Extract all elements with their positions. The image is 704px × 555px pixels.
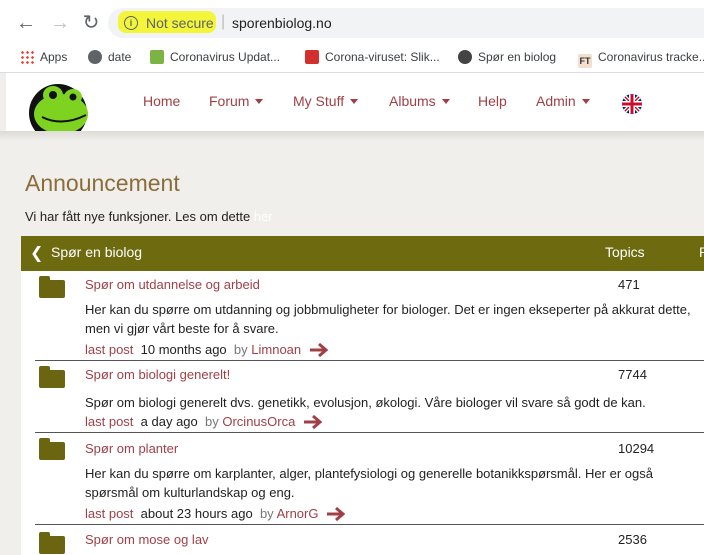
arrow-right-icon[interactable] xyxy=(303,414,325,430)
back-arrow-icon[interactable]: ← xyxy=(16,13,36,33)
folder-icon xyxy=(39,532,65,554)
nav-my-stuff[interactable]: My Stuff xyxy=(293,93,359,109)
announcement-title: Announcement xyxy=(25,170,180,196)
security-status[interactable]: Not secure xyxy=(146,15,214,31)
chevron-down-icon xyxy=(350,99,359,104)
announcement-body: Vi har fått nye funksjoner. Les om dette xyxy=(25,209,254,224)
forum-row-title[interactable]: Spør om mose og lav xyxy=(85,532,209,547)
forum-header: ❮ Spør en biolog Topics P xyxy=(21,236,704,271)
last-post-author[interactable]: Limnoan xyxy=(251,342,301,357)
bookmark-spor-en-biolog[interactable]: Spør en biolog xyxy=(458,50,556,64)
announcement-text: Vi har fått nye funksjoner. Les om dette… xyxy=(25,209,273,224)
last-post-link[interactable]: last post xyxy=(85,414,133,429)
bookmark-label: Spør en biolog xyxy=(478,50,557,64)
nav-albums[interactable]: Albums xyxy=(389,93,450,109)
chevron-down-icon xyxy=(581,99,590,104)
chevron-down-icon xyxy=(441,99,450,104)
bookmark-label: date xyxy=(108,50,132,64)
bookmark-coronavirus-update[interactable]: Coronavirus Updat... xyxy=(150,50,280,64)
last-post-info: last post about 23 hours ago by ArnorG xyxy=(85,506,348,522)
bookmark-label: Apps xyxy=(40,50,68,64)
bookmark-apps[interactable]: Apps xyxy=(20,50,67,64)
forum-row-description: Her kan du spørre om utdanning og jobbmu… xyxy=(85,302,691,336)
globe-icon xyxy=(88,50,102,64)
last-post-info: last post 10 months ago by Limnoan xyxy=(85,342,331,358)
last-post-link[interactable]: last post xyxy=(85,506,133,521)
nav-forum-label: Forum xyxy=(209,93,250,109)
chevron-left-icon[interactable]: ❮ xyxy=(30,243,43,263)
bookmark-label: Coronavirus Updat... xyxy=(170,50,281,64)
vg-icon xyxy=(305,50,319,64)
last-post-time: a day ago xyxy=(140,414,198,429)
folder-icon xyxy=(39,366,65,388)
nav-my-stuff-label: My Stuff xyxy=(293,93,345,109)
nav-albums-label: Albums xyxy=(389,93,436,109)
header-shadow xyxy=(0,131,704,141)
info-icon[interactable]: i xyxy=(124,16,138,30)
reload-icon[interactable]: ↻ xyxy=(81,13,101,33)
bookmarks-bar: Apps date Coronavirus Updat... Corona-vi… xyxy=(0,44,704,73)
forum-row-title[interactable]: Spør om planter xyxy=(85,441,178,456)
forum-row-title[interactable]: Spør om utdannelse og arbeid xyxy=(85,277,260,292)
last-post-link[interactable]: last post xyxy=(85,342,133,357)
nav-admin-label: Admin xyxy=(536,93,576,109)
bookmark-corona-viruset[interactable]: Corona-viruset: Slik... xyxy=(305,50,440,64)
by-label: by xyxy=(205,414,219,429)
nav-forum[interactable]: Forum xyxy=(209,93,264,109)
last-post-info: last post a day ago by OrcinusOrca xyxy=(85,414,325,430)
forum-row-description: Her kan du spørre om karplanter, alger, … xyxy=(85,466,653,500)
worldometer-icon xyxy=(150,50,164,64)
uk-flag-icon[interactable] xyxy=(622,94,642,114)
topic-count: 471 xyxy=(618,277,640,292)
column-posts: P xyxy=(699,244,704,260)
row-divider xyxy=(35,432,704,433)
row-divider xyxy=(35,360,704,361)
announcement-link[interactable]: her xyxy=(254,209,273,224)
by-label: by xyxy=(259,506,274,521)
forum-title[interactable]: Spør en biolog xyxy=(51,244,142,260)
url-text[interactable]: sporenbiolog.no xyxy=(232,15,332,31)
forum-row-description: Spør om biologi generelt dvs. genetikk, … xyxy=(85,395,646,410)
topic-count: 2536 xyxy=(618,532,647,547)
forward-arrow-icon[interactable]: → xyxy=(50,13,70,33)
url-separator: | xyxy=(221,13,226,30)
arrow-right-icon[interactable] xyxy=(309,342,331,358)
bookmark-date[interactable]: date xyxy=(88,50,131,64)
by-label: by xyxy=(233,342,248,357)
ft-icon: FT xyxy=(578,54,592,68)
topic-count: 10294 xyxy=(618,441,655,456)
last-post-author[interactable]: ArnorG xyxy=(277,506,319,521)
frog-icon xyxy=(458,50,472,64)
address-bar[interactable]: i Not secure | sporenbiolog.no xyxy=(108,8,704,38)
apps-grid-icon xyxy=(20,50,34,64)
row-divider xyxy=(35,524,704,525)
forum-row-title[interactable]: Spør om biologi generelt! xyxy=(85,367,230,382)
nav-help[interactable]: Help xyxy=(478,93,507,109)
browser-toolbar: ← → ↻ i Not secure | sporenbiolog.no xyxy=(0,0,704,44)
arrow-right-icon[interactable] xyxy=(326,506,348,522)
bookmark-label: Coronavirus tracke... xyxy=(598,50,704,64)
bookmark-label: Corona-viruset: Slik... xyxy=(325,50,440,64)
folder-icon xyxy=(39,438,65,460)
chevron-down-icon xyxy=(255,99,264,104)
bookmark-coronavirus-tracker[interactable]: FT Coronavirus tracke... xyxy=(578,50,704,68)
last-post-author[interactable]: OrcinusOrca xyxy=(222,414,295,429)
site-header: Home Forum My Stuff Albums Help Admin xyxy=(6,73,704,141)
topic-count: 7744 xyxy=(618,367,647,382)
folder-icon xyxy=(39,276,65,298)
column-topics: Topics xyxy=(605,244,645,260)
nav-home[interactable]: Home xyxy=(143,93,180,109)
last-post-time: about 23 hours ago xyxy=(140,506,253,521)
forum-list: Spør om utdannelse og arbeid 471 Her kan… xyxy=(21,271,704,555)
nav-admin[interactable]: Admin xyxy=(536,93,590,109)
last-post-time: 10 months ago xyxy=(140,342,227,357)
